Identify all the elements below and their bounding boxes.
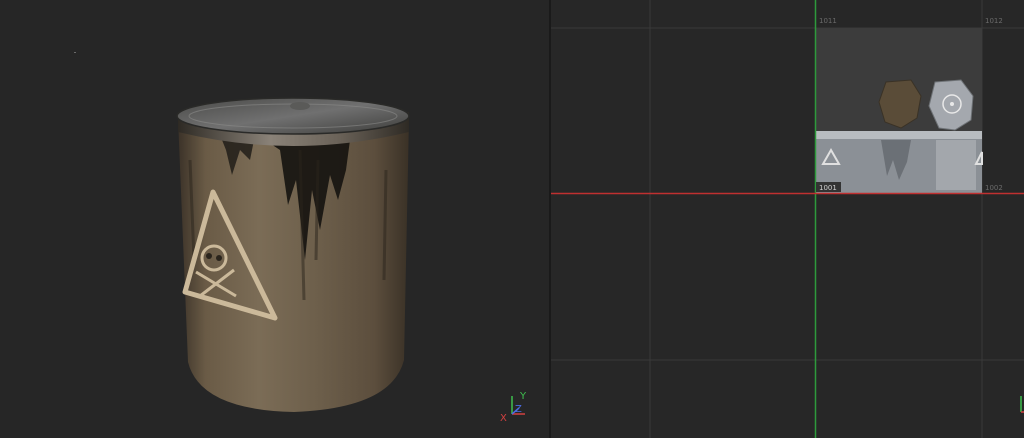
tile-label-1002: 1002 (985, 184, 1003, 192)
uv-editor-viewport[interactable]: 1011 1012 1001 1002 (551, 0, 1024, 438)
uv-texture-tile (816, 28, 983, 194)
3d-viewport[interactable]: Y X Z (0, 0, 549, 438)
tile-label-1011: 1011 (819, 17, 837, 25)
gizmo-z-label: Z (515, 404, 522, 415)
viewport-dot (74, 52, 76, 53)
tile-label-1012: 1012 (985, 17, 1003, 25)
gizmo-y-label: Y (519, 391, 527, 402)
gizmo-x-label: X (500, 413, 507, 424)
axis-gizmo: Y X Z (500, 391, 527, 424)
uv-editor-canvas[interactable]: 1011 1012 1001 1002 (551, 0, 1024, 438)
3d-viewport-canvas[interactable]: Y X Z (0, 0, 549, 438)
tile-label-1001: 1001 (819, 184, 837, 192)
